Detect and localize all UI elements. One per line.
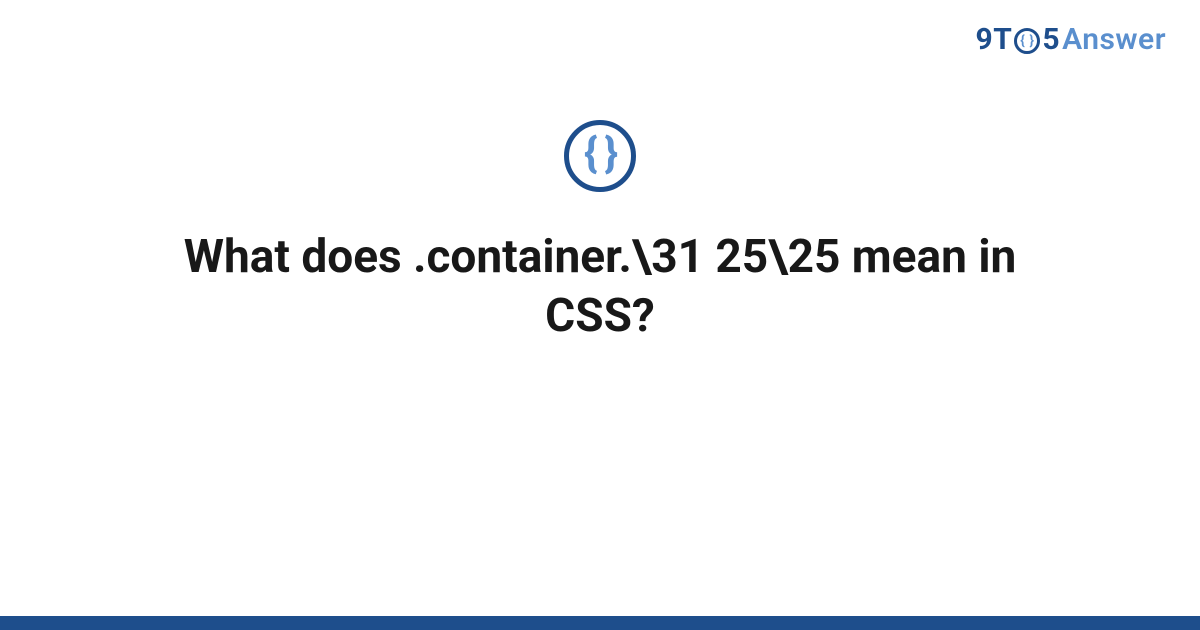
braces-icon: { } xyxy=(584,133,616,175)
logo-nine: 9 xyxy=(976,22,994,57)
question-title: What does .container.\31 25\25 mean in C… xyxy=(150,228,1050,346)
footer-bar xyxy=(0,616,1200,630)
page: 9 T { } 5 Answer { } What does .containe… xyxy=(0,0,1200,630)
logo-five: 5 xyxy=(1042,22,1060,57)
logo-answer: Answer xyxy=(1062,22,1166,57)
brand-logo: 9 T { } 5 Answer xyxy=(976,22,1166,57)
logo-o-braces-icon: { } xyxy=(1014,28,1040,54)
topic-badge: { } xyxy=(564,120,636,192)
logo-t: T xyxy=(993,22,1012,57)
content-area: { } What does .container.\31 25\25 mean … xyxy=(0,120,1200,610)
